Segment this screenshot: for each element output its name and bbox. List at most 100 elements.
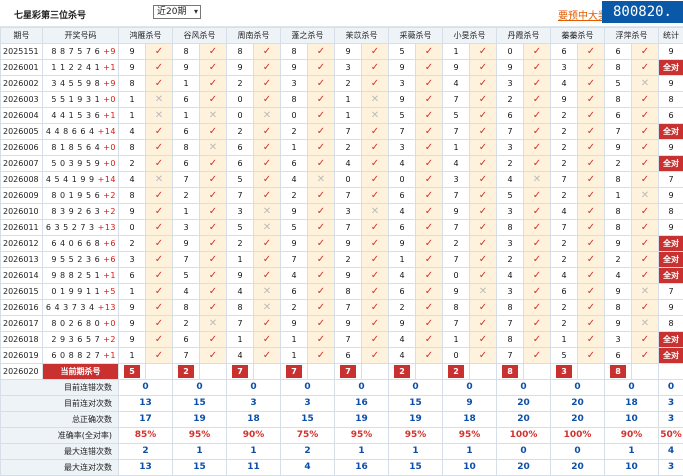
check-icon: ✓ [632, 204, 659, 220]
kill-number: 8 [605, 220, 632, 236]
kill-number: 5 [389, 44, 416, 60]
stats-value: 10 [443, 460, 497, 476]
check-icon: ✓ [416, 332, 443, 348]
kill-number: 1 [281, 348, 308, 364]
check-icon: ✓ [254, 124, 281, 140]
kill-number: 7 [551, 220, 578, 236]
current-kill-value: 7 [335, 364, 362, 380]
kill-number: 8 [443, 300, 470, 316]
current-kill-value: 5 [119, 364, 146, 380]
kill-number: 7 [497, 124, 524, 140]
table-row: 20260126 4 0 6 6 8 +62✓9✓2✓9✓9✓9✓2✓3✓2✓9… [1, 236, 683, 252]
current-period-row: 2026020当前期杀号5277722838 [1, 364, 683, 380]
kill-number: 2 [281, 124, 308, 140]
kill-number: 2 [227, 76, 254, 92]
kill-number: 7 [335, 188, 362, 204]
kill-number: 8 [119, 140, 146, 156]
check-icon: ✓ [470, 316, 497, 332]
kill-number: 9 [605, 284, 632, 300]
stats-value: 0 [335, 380, 389, 396]
stats-value: 0 [227, 380, 281, 396]
draw-number-cell: 6 4 3 7 3 4 +13 [43, 300, 119, 316]
table-row: 20260149 8 8 2 5 1 +16✓5✓9✓4✓9✓4✓0✓4✓4✓4… [1, 268, 683, 284]
check-icon: ✓ [362, 76, 389, 92]
stat-total-badge: 全对 [659, 236, 683, 252]
stat-total-badge: 9 [659, 140, 683, 156]
stats-value: 13 [119, 396, 173, 412]
draw-delta: +1 [103, 63, 116, 72]
check-icon: ✓ [200, 188, 227, 204]
kill-number: 7 [335, 332, 362, 348]
check-icon: ✓ [308, 220, 335, 236]
draw-delta: +0 [103, 159, 116, 168]
draw-digits: 5 5 1 9 3 1 [51, 95, 103, 104]
check-icon: ✓ [632, 156, 659, 172]
period-range-value: 近20期 [157, 7, 186, 17]
table-row: 20260011 1 2 2 4 1 +19✓9✓9✓9✓3✓9✓9✓9✓3✓8… [1, 60, 683, 76]
kill-number: 2 [119, 156, 146, 172]
period-cell: 2026008 [1, 172, 43, 188]
current-kill-badge: 7 [340, 365, 356, 378]
kill-number: 0 [119, 220, 146, 236]
draw-digits: 8 8 7 5 7 6 [51, 47, 103, 56]
check-icon: ✓ [632, 172, 659, 188]
draw-digits: 5 0 3 9 5 9 [51, 159, 103, 168]
check-icon: ✓ [470, 268, 497, 284]
stat-total-badge: 全对 [659, 332, 683, 348]
check-icon: ✓ [200, 124, 227, 140]
kill-number: 4 [281, 172, 308, 188]
check-icon: ✓ [308, 92, 335, 108]
cross-icon: ✕ [632, 188, 659, 204]
check-icon: ✓ [578, 140, 605, 156]
kill-number: 7 [173, 348, 200, 364]
period-range-select[interactable]: 近20期 ▾ [153, 5, 201, 19]
kill-number: 3 [335, 60, 362, 76]
stats-value: 20 [497, 396, 551, 412]
promo-link[interactable]: 要预中大奖 [558, 7, 608, 22]
check-icon: ✓ [578, 108, 605, 124]
empty-cell [146, 364, 173, 380]
draw-number-cell: 4 4 8 6 6 4 +14 [43, 124, 119, 140]
cross-icon: ✕ [254, 220, 281, 236]
cross-icon: ✕ [146, 108, 173, 124]
draw-delta: +2 [103, 335, 116, 344]
top-bar: 七星彩第三位杀号 近20期 ▾ 要预中大奖 800820. NET [0, 0, 683, 27]
stat-total-badge: 9 [659, 300, 683, 316]
check-icon: ✓ [308, 284, 335, 300]
stat-total-badge: 全对 [659, 124, 683, 140]
kill-number: 0 [281, 108, 308, 124]
kill-number: 7 [497, 348, 524, 364]
draw-delta: +6 [103, 255, 116, 264]
stats-value: 20 [497, 460, 551, 476]
check-icon: ✓ [416, 204, 443, 220]
check-icon: ✓ [578, 92, 605, 108]
check-icon: ✓ [416, 92, 443, 108]
stats-value: 0 [281, 380, 335, 396]
kill-number: 1 [227, 332, 254, 348]
draw-digits: 0 1 9 9 1 1 [51, 287, 103, 296]
check-icon: ✓ [146, 60, 173, 76]
check-icon: ✓ [578, 124, 605, 140]
empty-cell [362, 364, 389, 380]
current-kill-badge: 7 [286, 365, 302, 378]
stats-value: 100% [497, 428, 551, 444]
stats-value: 15 [389, 460, 443, 476]
kill-number: 1 [281, 332, 308, 348]
current-kill-label: 当前期杀号 [43, 364, 119, 380]
period-cell: 2026011 [1, 220, 43, 236]
check-icon: ✓ [362, 188, 389, 204]
check-icon: ✓ [524, 188, 551, 204]
table-row: 20251518 8 7 5 7 6 +99✓8✓8✓8✓9✓5✓1✓0✓6✓6… [1, 44, 683, 60]
kill-number: 9 [443, 284, 470, 300]
kill-number: 1 [605, 188, 632, 204]
stats-value: 1 [335, 444, 389, 460]
kill-number: 3 [605, 332, 632, 348]
kill-number: 0 [443, 268, 470, 284]
kill-number: 8 [605, 92, 632, 108]
check-icon: ✓ [524, 44, 551, 60]
draw-delta: +0 [103, 319, 116, 328]
check-icon: ✓ [524, 332, 551, 348]
kill-number: 6 [389, 188, 416, 204]
column-header: 采薇杀号 [389, 28, 443, 44]
check-icon: ✓ [524, 140, 551, 156]
